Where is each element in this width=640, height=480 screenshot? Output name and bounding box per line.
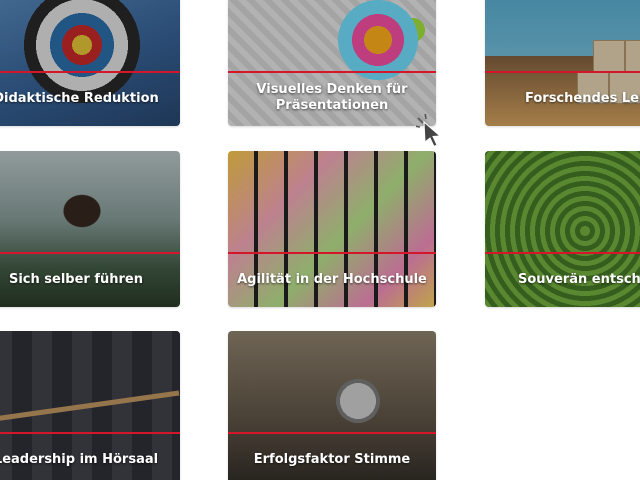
accent-line	[228, 432, 436, 434]
accent-line	[0, 71, 180, 73]
tile-title: Erfolgsfaktor Stimme	[253, 452, 411, 467]
course-tile-souveraen-entscheiden[interactable]: Souverän entschei	[485, 151, 640, 307]
accent-line	[0, 432, 180, 434]
accent-line	[228, 252, 436, 254]
course-tile-didaktische-reduktion[interactable]: Didaktische Reduktion	[0, 0, 180, 126]
course-tile-forschendes-lernen[interactable]: Forschendes Lerne	[485, 0, 640, 126]
course-tile-erfolgsfaktor-stimme[interactable]: Erfolgsfaktor Stimme	[228, 331, 436, 480]
course-tile-leadership[interactable]: Leadership im Hörsaal	[0, 331, 180, 480]
tile-title: Leadership im Hörsaal	[0, 452, 159, 467]
tile-title: Souverän entschei	[518, 272, 640, 287]
course-tile-visuelles-denken[interactable]: Visuelles Denken für Präsentationen	[228, 0, 436, 126]
tile-title: Sich selber führen	[8, 272, 144, 287]
accent-line	[228, 71, 436, 73]
tile-title: Forschendes Lerne	[525, 91, 640, 106]
tile-title: Agilität in der Hochschule	[237, 272, 427, 287]
accent-line	[485, 252, 640, 254]
accent-line	[0, 252, 180, 254]
tile-title: Didaktische Reduktion	[0, 91, 159, 106]
course-tile-sich-selber-fuehren[interactable]: Sich selber führen	[0, 151, 180, 307]
tile-title: Visuelles Denken für Präsentationen	[256, 82, 408, 113]
accent-line	[485, 71, 640, 73]
course-grid: Didaktische Reduktion Visuelles Denken f…	[0, 0, 640, 480]
course-tile-agilitaet[interactable]: Agilität in der Hochschule	[228, 151, 436, 307]
